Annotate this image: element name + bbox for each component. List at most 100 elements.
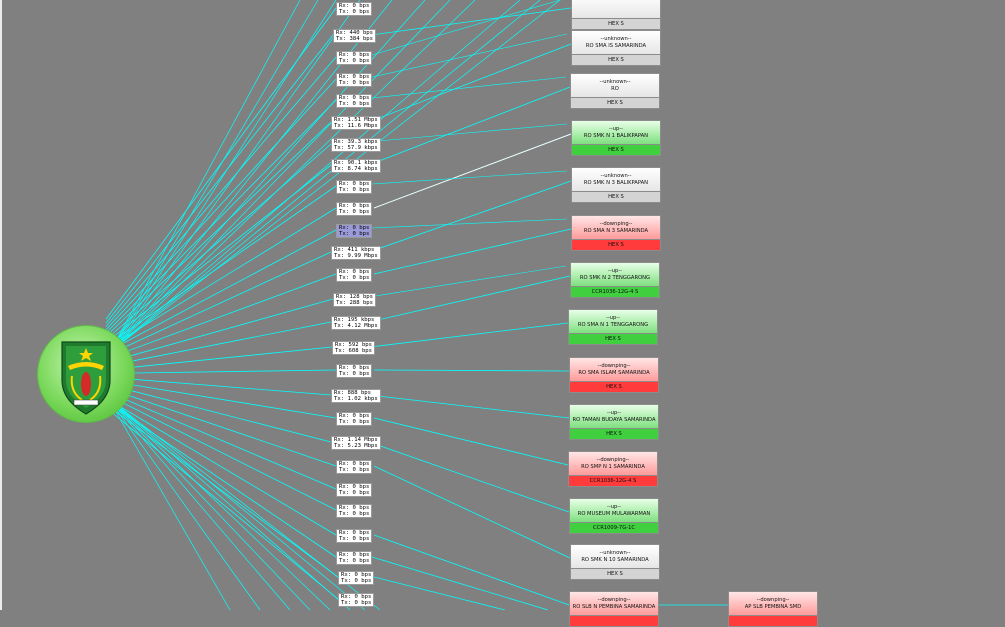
tx-rate: Tx: 5.23 Mbps — [334, 443, 378, 449]
link-line — [373, 534, 570, 606]
link-rate-label[interactable]: Rx: 0 bps Tx: 0 bps — [336, 94, 373, 108]
link-line — [105, 397, 337, 536]
device-name: RO TAMAN BUDAYA SAMARINDA — [572, 416, 656, 423]
link-line — [369, 322, 569, 348]
link-rate-label[interactable]: Rx: 0 bps Tx: 0 bps — [336, 268, 373, 282]
link-rate-label[interactable]: Rx: 411 kbps Tx: 9.99 Mbps — [331, 246, 381, 260]
device-header: --unknown-- RO — [571, 74, 659, 97]
tx-rate: Tx: 0 bps — [339, 467, 370, 473]
device-header: --downping-- RO SMA N 3 SAMARINDA — [572, 216, 660, 239]
link-rate-label[interactable]: Rx: 0 bps Tx: 0 bps — [336, 73, 373, 87]
device-node[interactable]: --downping-- RO SMA N 3 SAMARINDA HEX S — [571, 215, 661, 251]
link-rate-label[interactable]: Rx: 0 bps Tx: 0 bps — [336, 51, 373, 65]
link-line — [105, 390, 337, 490]
link-line — [105, 143, 332, 340]
link-rate-label[interactable]: Rx: 195 kbps Tx: 4.12 Mbps — [331, 316, 381, 330]
link-line — [370, 7, 572, 36]
device-name: RO SMA IS SAMARINDA — [585, 42, 647, 49]
link-rate-label[interactable]: Rx: 0 bps Tx: 0 bps — [336, 529, 373, 543]
link-rate-label[interactable]: Rx: 0 bps Tx: 0 bps — [336, 224, 373, 238]
device-name: RO SLB N PEMBINA SAMARINDA — [572, 603, 656, 610]
link-rate-label[interactable]: Rx: 0 bps Tx: 0 bps — [336, 504, 373, 518]
link-rate-label[interactable]: Rx: 1.51 Mbps Tx: 11.6 Mbps — [331, 116, 381, 130]
link-rate-label[interactable]: Rx: 0 bps Tx: 0 bps — [336, 483, 373, 497]
device-node[interactable]: --up-- RO SMK N 1 BALIKPAPAN HEX S — [571, 120, 661, 156]
tx-rate: Tx: 8.74 kbps — [334, 166, 378, 172]
device-model: CCR1036-12G-4 S — [571, 286, 659, 297]
link-line — [368, 441, 570, 513]
link-line — [373, 465, 571, 559]
device-node[interactable]: --unknown-- RO SMK N 3 BALIKPAPAN HEX S — [571, 167, 661, 203]
device-node[interactable]: --unknown-- RO SMA IS SAMARINDA HEX S — [571, 30, 661, 66]
tx-rate: Tx: 57.9 kbps — [334, 145, 378, 151]
device-node[interactable]: --unknown-- RO HEX S — [570, 73, 660, 109]
link-rate-label[interactable]: Rx: 128 bps Tx: 288 bps — [333, 293, 377, 307]
link-rate-label[interactable]: Rx: 0 bps Tx: 0 bps — [336, 551, 373, 565]
link-lines — [105, 0, 728, 610]
link-line — [105, 401, 337, 558]
tx-rate: Tx: 608 bps — [335, 348, 373, 354]
link-line — [105, 229, 337, 353]
network-map-canvas[interactable]: Rx: 0 bps Tx: 0 bps Rx: 440 bps Tx: 384 bps… — [0, 0, 1005, 627]
tx-rate: Tx: 0 bps — [339, 511, 370, 517]
tx-rate: Tx: 0 bps — [339, 187, 370, 193]
tx-rate: Tx: 0 bps — [339, 536, 370, 542]
link-line — [373, 133, 572, 209]
link-rate-label[interactable]: Rx: 0 bps Tx: 0 bps — [338, 571, 375, 585]
link-rate-label[interactable]: Rx: 90.1 kbps Tx: 8.74 kbps — [331, 159, 381, 173]
device-model: HEX S — [569, 333, 657, 344]
link-rate-label[interactable]: Rx: 0 bps Tx: 0 bps — [336, 460, 373, 474]
device-header: --unknown-- RO SMA IS SAMARINDA — [572, 31, 660, 54]
link-line — [105, 78, 337, 331]
link-rate-label[interactable]: Rx: 592 bps Tx: 608 bps — [332, 341, 376, 355]
tx-rate: Tx: 11.6 Mbps — [334, 123, 378, 129]
link-rate-label[interactable]: Rx: 0 bps Tx: 0 bps — [336, 364, 373, 378]
link-rate-label[interactable]: Rx: 0 bps Tx: 0 bps — [336, 180, 373, 194]
link-line — [368, 394, 570, 419]
device-node[interactable]: HEX S — [571, 0, 661, 30]
link-line — [373, 228, 572, 275]
tx-rate: Tx: 0 bps — [339, 558, 370, 564]
device-node[interactable]: --downping-- AP SLB PEMBINA SMD — [728, 591, 818, 627]
tx-rate: Tx: 0 bps — [339, 209, 370, 215]
device-model: CCR1036-12G-4 S — [569, 475, 657, 486]
link-rate-label[interactable]: Rx: 1.14 Mbps Tx: 5.23 Mbps — [331, 436, 381, 450]
link-line — [107, 397, 311, 610]
device-name: RO MUSEUM MULAWARMAN — [577, 510, 651, 517]
device-model: HEX S — [572, 54, 660, 65]
link-line — [105, 369, 337, 374]
device-name: RO SMK N 2 TENGGARONG — [579, 274, 651, 281]
link-rate-label[interactable]: Rx: 888 bps Tx: 1.02 kbps — [331, 389, 381, 403]
link-rate-label[interactable]: Rx: 0 bps Tx: 0 bps — [336, 2, 373, 16]
tx-rate: Tx: 0 bps — [339, 371, 370, 377]
device-model: HEX S — [571, 97, 659, 108]
device-node[interactable]: --downping-- RO SMP N 1 SAMARINDA CCR1036-… — [568, 451, 658, 487]
link-line — [107, 397, 231, 610]
device-node[interactable]: --up-- RO SMA N 1 TENGGARONG HEX S — [568, 309, 658, 345]
tx-rate: Tx: 0 bps — [339, 231, 370, 237]
link-rate-label[interactable]: Rx: 440 bps Tx: 384 bps — [333, 29, 377, 43]
device-node[interactable]: --downping-- RO SMA ISLAM SAMARINDA HEX S — [569, 357, 659, 393]
link-rate-label[interactable]: Rx: 0 bps Tx: 0 bps — [336, 202, 373, 216]
device-name: RO SMK N 3 BALIKPAPAN — [583, 179, 649, 186]
link-line — [105, 7, 337, 320]
device-name: RO SMK N 10 SAMARINDA — [581, 556, 649, 563]
hub-node[interactable] — [38, 326, 134, 422]
device-node[interactable]: --up-- RO SMK N 2 TENGGARONG CCR1036-12G-4… — [570, 262, 660, 298]
tx-rate: Tx: 0 bps — [339, 419, 370, 425]
device-node[interactable]: --unknown-- RO SMK N 10 SAMARINDA HEX S — [570, 544, 660, 580]
device-header: --up-- RO MUSEUM MULAWARMAN — [570, 499, 658, 522]
link-rate-label[interactable]: Rx: 0 bps Tx: 0 bps — [338, 593, 375, 607]
link-line — [109, 0, 319, 353]
link-rate-label[interactable]: Rx: 39.3 kbps Tx: 57.9 kbps — [331, 138, 381, 152]
device-node[interactable]: --downping-- RO SLB N PEMBINA SAMARINDA — [569, 591, 659, 627]
device-node[interactable]: --up-- RO TAMAN BUDAYA SAMARINDA HEX S — [569, 404, 659, 440]
link-line — [371, 76, 567, 99]
device-header: --up-- RO SMK N 2 TENGGARONG — [571, 263, 659, 286]
tx-rate: Tx: 0 bps — [341, 600, 372, 606]
tx-rate: Tx: 0 bps — [339, 80, 370, 86]
link-rate-label[interactable]: Rx: 0 bps Tx: 0 bps — [336, 412, 373, 426]
link-line — [373, 576, 506, 610]
link-line — [109, 0, 301, 353]
device-node[interactable]: --up-- RO MUSEUM MULAWARMAN CCR1009-7G-1C — [569, 498, 659, 534]
